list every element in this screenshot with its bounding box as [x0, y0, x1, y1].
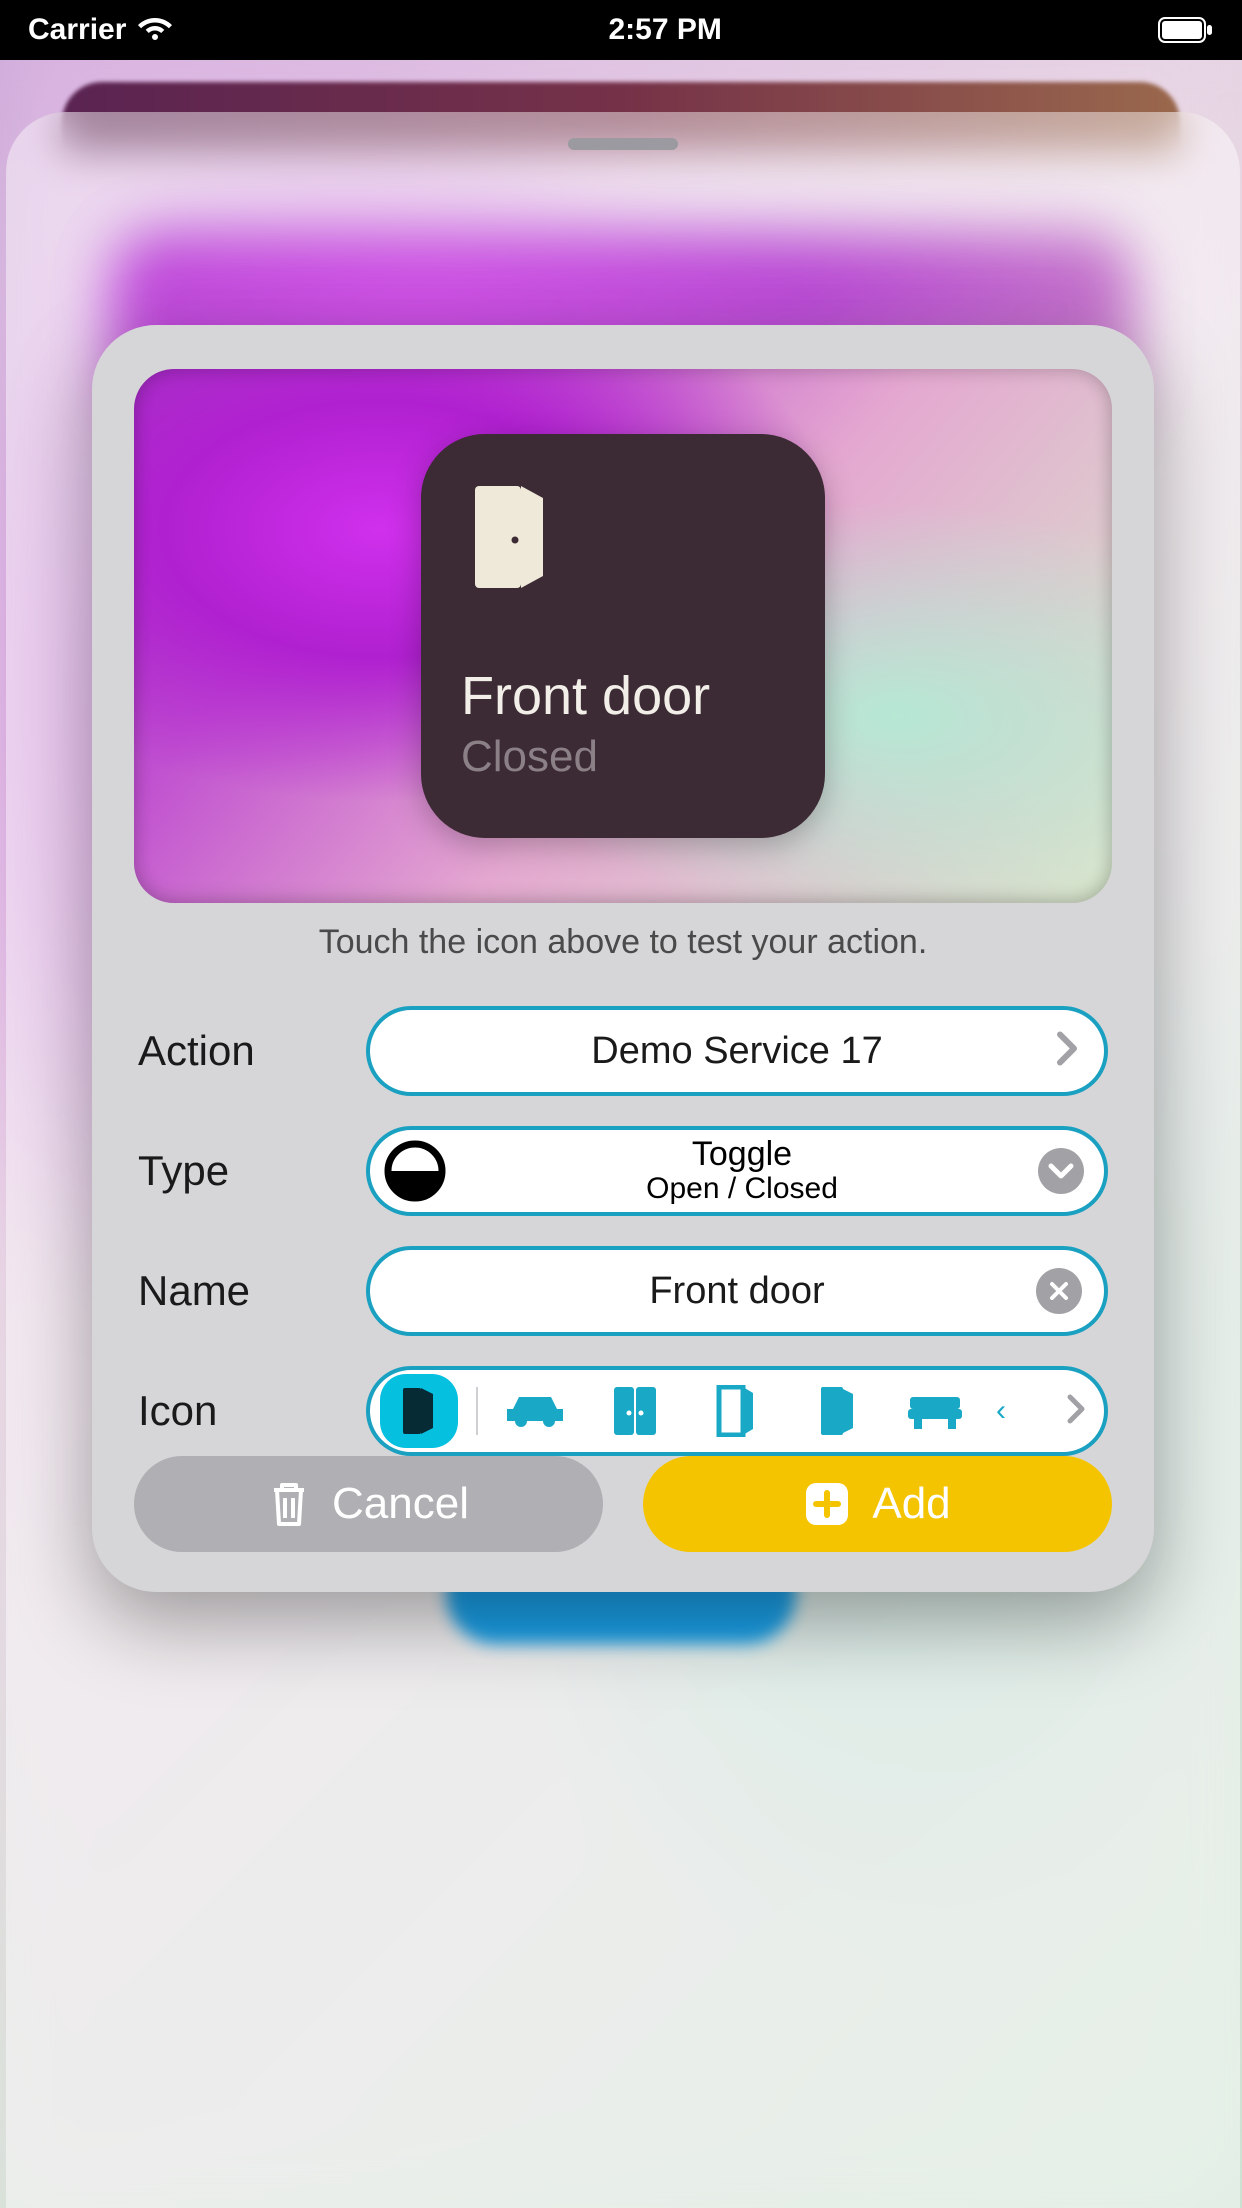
form: Action Demo Service 17 Type Toggle Open … [134, 1006, 1112, 1456]
sheet-grabber[interactable] [568, 138, 678, 150]
cancel-button[interactable]: Cancel [134, 1456, 603, 1552]
chevron-right-icon[interactable] [1066, 1393, 1086, 1430]
preview-hint: Touch the icon above to test your action… [134, 923, 1112, 962]
icon-option-bench[interactable] [896, 1374, 974, 1448]
action-picker[interactable]: Demo Service 17 [366, 1006, 1108, 1096]
action-label: Action [138, 1027, 338, 1075]
add-button[interactable]: Add [643, 1456, 1112, 1552]
icon-option-car[interactable] [496, 1374, 574, 1448]
row-icon: Icon [138, 1366, 1108, 1456]
type-label: Type [138, 1147, 338, 1195]
door-icon [465, 482, 785, 597]
clear-icon[interactable] [1036, 1268, 1082, 1314]
button-row: Cancel Add [134, 1456, 1112, 1552]
row-type: Type Toggle Open / Closed [138, 1126, 1108, 1216]
cancel-label: Cancel [332, 1479, 469, 1529]
preview-area: Front door Closed [134, 369, 1112, 903]
icon-option-door-open[interactable] [696, 1374, 774, 1448]
trash-icon [268, 1480, 310, 1528]
tile-title: Front door [461, 667, 785, 726]
action-value: Demo Service 17 [591, 1030, 882, 1073]
icon-picker[interactable]: ‹ [366, 1366, 1108, 1456]
icon-label: Icon [138, 1387, 338, 1435]
tile-subtitle: Closed [461, 732, 785, 782]
icon-option-door-ajar[interactable] [796, 1374, 874, 1448]
battery-icon [1158, 17, 1214, 43]
chevron-right-icon [1056, 1031, 1078, 1072]
plus-icon [804, 1481, 850, 1527]
carrier-label: Carrier [28, 13, 126, 47]
edit-action-card: Front door Closed Touch the icon above t… [92, 325, 1154, 1592]
icon-separator [476, 1387, 478, 1435]
name-label: Name [138, 1267, 338, 1315]
status-bar: Carrier 2:57 PM [0, 0, 1242, 60]
type-main: Toggle [692, 1137, 792, 1173]
icon-option-door-closed[interactable] [380, 1374, 458, 1448]
row-action: Action Demo Service 17 [138, 1006, 1108, 1096]
type-picker[interactable]: Toggle Open / Closed [366, 1126, 1108, 1216]
toggle-icon [384, 1140, 446, 1202]
row-name: Name Front door [138, 1246, 1108, 1336]
icon-option-double-door[interactable] [596, 1374, 674, 1448]
action-tile[interactable]: Front door Closed [421, 434, 825, 838]
chevron-down-icon [1038, 1148, 1084, 1194]
type-sub: Open / Closed [646, 1173, 838, 1205]
clock: 2:57 PM [609, 13, 722, 47]
name-value: Front door [649, 1270, 824, 1313]
add-label: Add [872, 1479, 950, 1529]
wifi-icon [138, 17, 172, 43]
icon-option-more[interactable]: ‹ [996, 1394, 1006, 1428]
name-input[interactable]: Front door [366, 1246, 1108, 1336]
